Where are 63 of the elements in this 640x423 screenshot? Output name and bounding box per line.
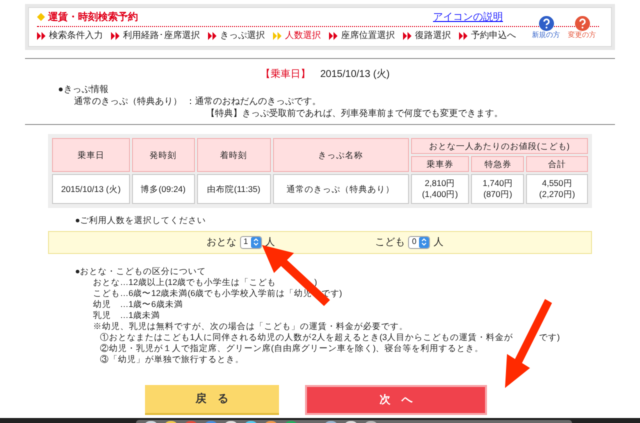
section-heading: ●おとな・こどもの区分について	[75, 266, 208, 277]
double-arrow-icon	[329, 32, 338, 40]
step-label: 復路選択	[415, 29, 451, 42]
back-button[interactable]: 戻 る	[145, 384, 279, 415]
category-line: ①おとなまたはこども1人に同伴される幼児の人数が2人を超えるとき(3人目からこどもの運賃・料金が	[100, 332, 514, 343]
table-cell: 2015/10/13 (火)	[52, 174, 130, 204]
ride-date: 2015/10/13 (火)	[320, 68, 390, 82]
double-arrow-icon	[37, 32, 46, 40]
double-arrow-icon	[403, 32, 412, 40]
column-header: 乗車券	[410, 156, 470, 172]
table-cell: 博多(09:24)	[132, 174, 195, 204]
double-arrow-icon	[111, 32, 120, 40]
count-select[interactable]: 1	[240, 236, 262, 249]
stepper-icon[interactable]	[419, 236, 430, 248]
ticket-note: 【特典】きっぷ受取前であれば、列車発車前まで何度でも変更できます。	[206, 107, 504, 119]
step-label: 検索条件入力	[49, 29, 103, 42]
icon-help-link[interactable]: アイコンの説明	[433, 10, 503, 24]
question-icon[interactable]	[538, 16, 554, 31]
column-header: 乗車日	[52, 138, 130, 172]
category-line: )	[314, 276, 318, 288]
category-line: 乳児 …1歳未満	[93, 310, 160, 321]
section-heading: ●きっぷ情報	[58, 83, 110, 95]
column-group-header: おとな一人あたりのお値段(こども)	[410, 138, 588, 154]
stepper-icon[interactable]	[251, 236, 261, 248]
unit-label: 人	[265, 236, 275, 250]
unit-label: 人	[433, 236, 444, 250]
step-label: きっぷ選択	[220, 29, 265, 42]
table-cell: 1,740円 (870円)	[471, 174, 524, 204]
table-cell: 通常のきっぷ（特典あり）	[272, 174, 409, 204]
ticket-name: 通常のきっぷ（特典あり）	[74, 95, 182, 107]
double-arrow-icon	[208, 32, 217, 40]
category-line: おとな…12歳以上(12歳でも小学生は「こども	[93, 276, 276, 288]
column-header: 発時刻	[132, 138, 195, 172]
column-header: 合計	[526, 156, 588, 172]
ticket-description: 通常のおねだんのきっぷです。	[195, 95, 321, 107]
count-prompt: ●ご利用人数を選択してください	[75, 214, 208, 227]
table-cell: 由布院(11:35)	[196, 174, 271, 204]
count-label: おとな	[206, 236, 237, 250]
ride-date-label: 【乗車日】	[260, 68, 310, 82]
category-line: です)	[321, 288, 342, 299]
double-arrow-icon	[459, 32, 468, 40]
step-label: 座席位置選択	[341, 29, 395, 42]
table-cell: 4,550円 (2,270円)	[526, 174, 588, 204]
category-line: 幼児 …1歳〜6歳未満	[93, 298, 183, 310]
double-arrow-icon	[273, 32, 282, 40]
category-line: ③「幼児」が単独で旅行するとき。	[100, 354, 244, 365]
column-header: 特急券	[471, 156, 524, 172]
table-cell: 2,810円 (1,400円)	[410, 174, 470, 204]
column-header: 着時刻	[196, 138, 271, 172]
column-header: きっぷ名称	[272, 138, 409, 172]
category-line: ②幼児・乳児が１人で指定席、グリーン席(自由席グリーン車を除く)、寝台等を利用するとき。	[100, 342, 484, 354]
step-label: 予約申込へ	[471, 29, 516, 42]
count-select[interactable]: 0	[408, 236, 430, 249]
separator: ：	[186, 95, 195, 107]
category-line: ※幼児、乳児は無料ですが、次の場合は「こども」の運賃・料金が必要です。	[93, 320, 408, 332]
next-button[interactable]: 次 へ	[305, 384, 487, 415]
question-icon[interactable]	[574, 16, 590, 31]
step-label: 人数選択	[285, 29, 321, 42]
step-label: 利用経路･座席選択	[123, 29, 200, 42]
page-title: 運賃・時刻検索予約	[48, 10, 138, 24]
diamond-icon	[37, 13, 45, 21]
count-label: こども	[375, 236, 405, 250]
category-line: です)	[539, 332, 560, 343]
